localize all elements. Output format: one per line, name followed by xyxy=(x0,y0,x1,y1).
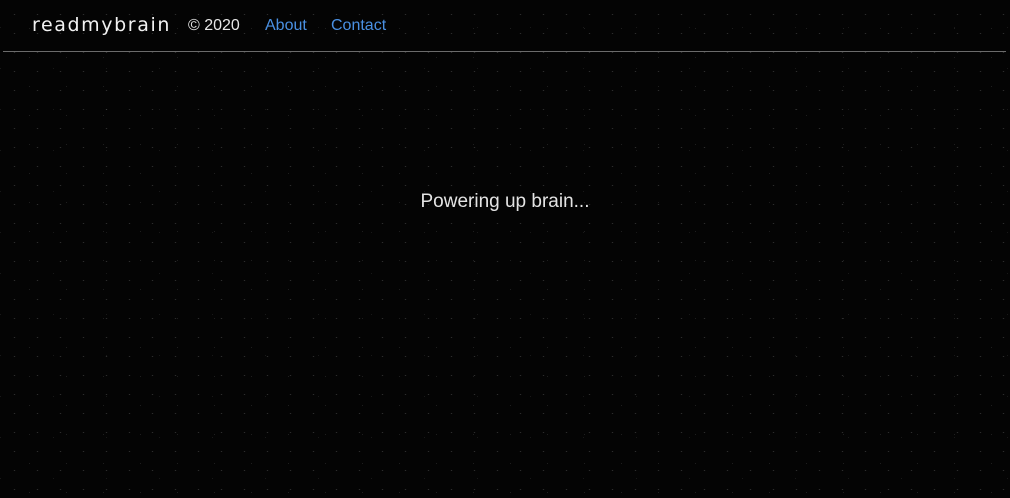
nav-link-about[interactable]: About xyxy=(265,17,307,35)
top-navbar: readmybrain © 2020 About Contact xyxy=(3,0,1006,52)
copyright-text: © 2020 xyxy=(188,17,240,34)
page: readmybrain © 2020 About Contact Powerin… xyxy=(0,0,1010,498)
nav-link-contact[interactable]: Contact xyxy=(331,17,386,35)
site-brand[interactable]: readmybrain xyxy=(32,14,171,36)
loading-status-text: Powering up brain... xyxy=(420,191,590,212)
